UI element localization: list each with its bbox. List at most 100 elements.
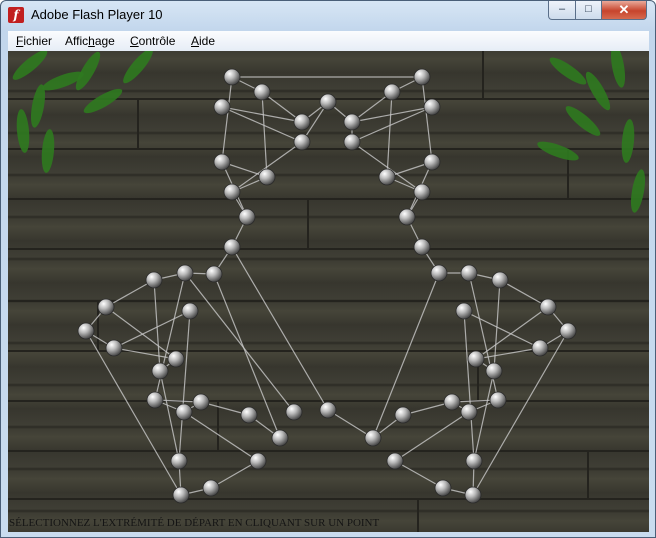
- leaf-shape: [537, 141, 579, 161]
- leaves-decoration: [12, 51, 646, 213]
- puzzle-point[interactable]: [213, 153, 231, 171]
- puzzle-point[interactable]: [285, 403, 303, 421]
- game-stage[interactable]: SÉLECTIONNEZ L'EXTRÉMITÉ DE DÉPART EN CL…: [8, 51, 649, 532]
- puzzle-point[interactable]: [434, 479, 452, 497]
- leaf-shape: [16, 109, 30, 153]
- puzzle-point[interactable]: [467, 350, 485, 368]
- puzzle-point[interactable]: [491, 271, 509, 289]
- menu-bar: Fichier Affichage Contrôle Aide: [8, 31, 649, 52]
- puzzle-point[interactable]: [464, 486, 482, 504]
- puzzle-point[interactable]: [489, 391, 507, 409]
- puzzle-point[interactable]: [145, 271, 163, 289]
- puzzle-line: [231, 246, 329, 411]
- close-button[interactable]: ✕: [601, 1, 647, 20]
- puzzle-line: [351, 106, 433, 143]
- puzzle-point[interactable]: [170, 452, 188, 470]
- puzzle-point[interactable]: [460, 264, 478, 282]
- puzzle-point[interactable]: [77, 322, 95, 340]
- puzzle-point[interactable]: [205, 265, 223, 283]
- puzzle-point[interactable]: [343, 133, 361, 151]
- puzzle-points[interactable]: [77, 68, 577, 504]
- puzzle-line: [351, 106, 433, 123]
- puzzle-point[interactable]: [176, 264, 194, 282]
- puzzle-point[interactable]: [253, 83, 271, 101]
- puzzle-point[interactable]: [443, 393, 461, 411]
- puzzle-point[interactable]: [398, 208, 416, 226]
- puzzle-point[interactable]: [293, 133, 311, 151]
- puzzle-point[interactable]: [465, 452, 483, 470]
- puzzle-line: [261, 91, 268, 178]
- puzzle-point[interactable]: [223, 238, 241, 256]
- puzzle-line: [468, 272, 499, 401]
- puzzle-point[interactable]: [146, 391, 164, 409]
- puzzle-point[interactable]: [249, 452, 267, 470]
- puzzle-point[interactable]: [394, 406, 412, 424]
- wood-planks: [8, 51, 649, 532]
- puzzle-point[interactable]: [258, 168, 276, 186]
- leaf-shape: [565, 106, 601, 136]
- puzzle-point[interactable]: [223, 68, 241, 86]
- puzzle-point[interactable]: [343, 113, 361, 131]
- puzzle-point[interactable]: [213, 98, 231, 116]
- puzzle-point[interactable]: [413, 68, 431, 86]
- puzzle-point[interactable]: [167, 350, 185, 368]
- puzzle-line: [184, 272, 295, 413]
- puzzle-line: [113, 310, 191, 349]
- puzzle-line: [154, 272, 186, 401]
- puzzle-line: [463, 310, 475, 462]
- puzzle-board[interactable]: [8, 51, 649, 532]
- puzzle-point[interactable]: [423, 153, 441, 171]
- flash-icon: f: [8, 7, 24, 23]
- minimize-button[interactable]: –: [548, 1, 576, 20]
- puzzle-point[interactable]: [539, 298, 557, 316]
- puzzle-point[interactable]: [455, 302, 473, 320]
- maximize-button[interactable]: □: [575, 1, 602, 20]
- puzzle-point[interactable]: [271, 429, 289, 447]
- puzzle-line: [221, 106, 303, 123]
- puzzle-point[interactable]: [485, 362, 503, 380]
- leaf-shape: [549, 57, 587, 85]
- puzzle-point[interactable]: [238, 208, 256, 226]
- menu-affichage[interactable]: Affichage: [65, 34, 115, 48]
- puzzle-point[interactable]: [172, 486, 190, 504]
- flash-player-window: f Adobe Flash Player 10 – □ ✕ Fichier Af…: [0, 0, 656, 538]
- puzzle-point[interactable]: [223, 183, 241, 201]
- leaf-shape: [41, 129, 55, 173]
- puzzle-point[interactable]: [423, 98, 441, 116]
- puzzle-point[interactable]: [192, 393, 210, 411]
- puzzle-point[interactable]: [531, 339, 549, 357]
- leaf-shape: [630, 169, 646, 213]
- puzzle-point[interactable]: [105, 339, 123, 357]
- puzzle-point[interactable]: [364, 429, 382, 447]
- puzzle-point[interactable]: [430, 264, 448, 282]
- leaf-shape: [585, 71, 611, 111]
- puzzle-point[interactable]: [97, 298, 115, 316]
- puzzle-point[interactable]: [202, 479, 220, 497]
- puzzle-point[interactable]: [413, 238, 431, 256]
- puzzle-point[interactable]: [460, 403, 478, 421]
- puzzle-point[interactable]: [319, 401, 337, 419]
- menu-fichier[interactable]: Fichier: [16, 34, 52, 48]
- puzzle-point[interactable]: [319, 93, 337, 111]
- title-bar: f Adobe Flash Player 10 – □ ✕: [1, 1, 655, 31]
- puzzle-point[interactable]: [559, 322, 577, 340]
- puzzle-line: [178, 310, 191, 462]
- puzzle-line: [475, 347, 541, 360]
- puzzle-point[interactable]: [175, 403, 193, 421]
- status-message: SÉLECTIONNEZ L'EXTRÉMITÉ DE DÉPART EN CL…: [9, 517, 380, 529]
- puzzle-point[interactable]: [181, 302, 199, 320]
- puzzle-point[interactable]: [386, 452, 404, 470]
- puzzle-point[interactable]: [413, 183, 431, 201]
- leaf-shape: [83, 88, 123, 114]
- menu-controle[interactable]: Contrôle: [130, 34, 175, 48]
- puzzle-point[interactable]: [378, 168, 396, 186]
- leaf-shape: [610, 51, 626, 88]
- puzzle-point[interactable]: [240, 406, 258, 424]
- puzzle-point[interactable]: [293, 113, 311, 131]
- puzzle-line: [221, 106, 303, 143]
- puzzle-point[interactable]: [383, 83, 401, 101]
- menu-aide[interactable]: Aide: [191, 34, 215, 48]
- puzzle-line: [386, 91, 393, 178]
- puzzle-point[interactable]: [151, 362, 169, 380]
- leaf-shape: [621, 119, 635, 163]
